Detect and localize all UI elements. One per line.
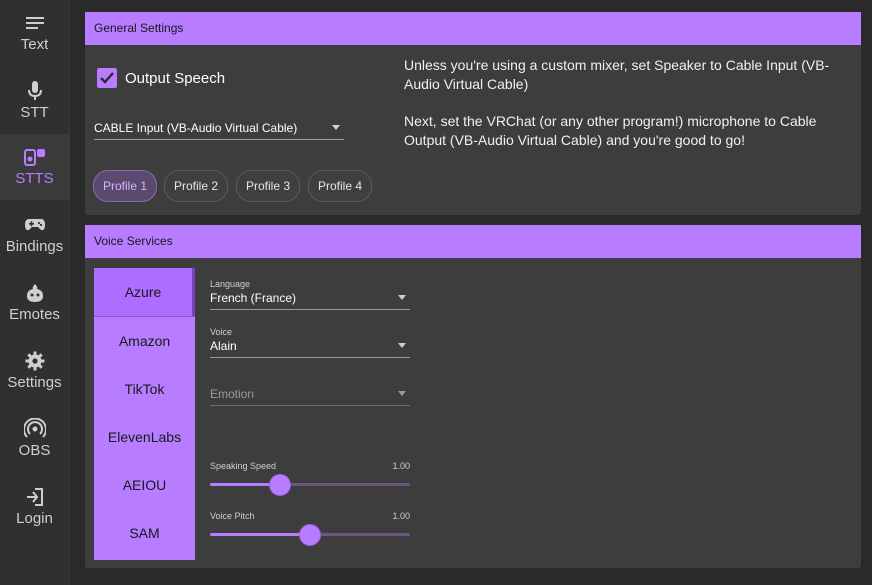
profile-chip-4[interactable]: Profile 4 — [308, 170, 372, 202]
nav-item-emotes[interactable]: Emotes — [0, 270, 69, 336]
nav-item-stt[interactable]: STT — [0, 68, 69, 134]
nav-item-bindings[interactable]: Bindings — [0, 202, 69, 268]
voice-pitch-fill — [210, 533, 310, 536]
nav-label-emotes: Emotes — [9, 306, 60, 323]
chevron-down-icon — [398, 343, 406, 348]
nav-label-obs: OBS — [18, 442, 51, 459]
speaker-icon — [23, 146, 46, 168]
voice-pitch-value: 1.00 — [392, 511, 410, 521]
voice-pitch-label: Voice Pitch — [210, 511, 255, 521]
nav-item-settings[interactable]: Settings — [0, 338, 69, 404]
emote-icon — [25, 282, 45, 304]
nav-item-stts[interactable]: STTS — [0, 134, 69, 200]
output-speech-row[interactable]: Output Speech — [97, 68, 225, 88]
chevron-down-icon — [398, 295, 406, 300]
output-speech-label: Output Speech — [125, 69, 226, 87]
nav-item-obs[interactable]: OBS — [0, 406, 69, 472]
sidebar: Text STT STTS Bindings Emotes Settings O… — [0, 0, 70, 585]
broadcast-icon — [23, 418, 46, 440]
service-list: Azure Amazon TikTok ElevenLabs AEIOU SAM — [94, 268, 195, 560]
profile-chip-2[interactable]: Profile 2 — [164, 170, 228, 202]
voice-services-panel: Voice Services Azure Amazon TikTok Eleve… — [85, 225, 861, 568]
voice-select[interactable]: Alain — [210, 335, 410, 358]
speaking-speed-slider[interactable] — [210, 474, 410, 496]
nav-label-stts: STTS — [15, 170, 54, 187]
nav-item-login[interactable]: Login — [0, 474, 69, 540]
output-speech-checkbox[interactable] — [97, 68, 117, 88]
service-item-aeiou[interactable]: AEIOU — [94, 461, 195, 509]
emotion-select[interactable]: Emotion — [210, 383, 410, 406]
voice-services-header: Voice Services — [85, 225, 861, 258]
service-item-elevenlabs[interactable]: ElevenLabs — [94, 413, 195, 461]
gamepad-icon — [24, 214, 46, 236]
speaking-speed-label: Speaking Speed — [210, 461, 277, 471]
profile-chip-3[interactable]: Profile 3 — [236, 170, 300, 202]
voice-pitch-slider[interactable] — [210, 524, 410, 546]
speaking-speed-value: 1.00 — [392, 461, 410, 471]
microphone-help-text: Next, set the VRChat (or any other progr… — [404, 113, 817, 148]
service-item-tiktok[interactable]: TikTok — [94, 365, 195, 413]
nav-label-stt: STT — [20, 104, 49, 121]
chevron-down-icon — [398, 391, 406, 396]
speaking-speed-thumb[interactable] — [269, 474, 291, 496]
menu-lines-icon — [25, 12, 45, 34]
nav-label-login: Login — [16, 510, 53, 527]
gear-icon — [25, 350, 45, 372]
speaker-select[interactable]: CABLE Input (VB-Audio Virtual Cable) — [94, 115, 344, 140]
nav-label-settings: Settings — [7, 374, 62, 391]
service-item-sam[interactable]: SAM — [94, 509, 195, 557]
language-select[interactable]: French (France) — [210, 287, 410, 310]
language-select-value: French (France) — [210, 291, 297, 305]
speaker-help-text: Unless you're using a custom mixer, set … — [404, 57, 830, 92]
nav-label-text: Text — [20, 36, 49, 53]
speaker-select-value: CABLE Input (VB-Audio Virtual Cable) — [94, 121, 298, 135]
voice-pitch-thumb[interactable] — [299, 524, 321, 546]
profile-chip-1[interactable]: Profile 1 — [93, 170, 157, 202]
nav-item-text[interactable]: Text — [0, 0, 69, 66]
general-settings-panel: General Settings Output Speech CABLE Inp… — [85, 12, 861, 215]
chevron-down-icon — [332, 125, 340, 130]
nav-label-bindings: Bindings — [5, 238, 64, 255]
service-item-azure[interactable]: Azure — [94, 268, 195, 316]
voice-select-value: Alain — [210, 339, 237, 353]
general-settings-header: General Settings — [85, 12, 861, 45]
login-icon — [25, 486, 45, 508]
microphone-icon — [27, 80, 43, 102]
service-item-amazon[interactable]: Amazon — [94, 317, 195, 365]
checkmark-icon — [100, 72, 114, 84]
emotion-select-placeholder: Emotion — [210, 387, 255, 401]
